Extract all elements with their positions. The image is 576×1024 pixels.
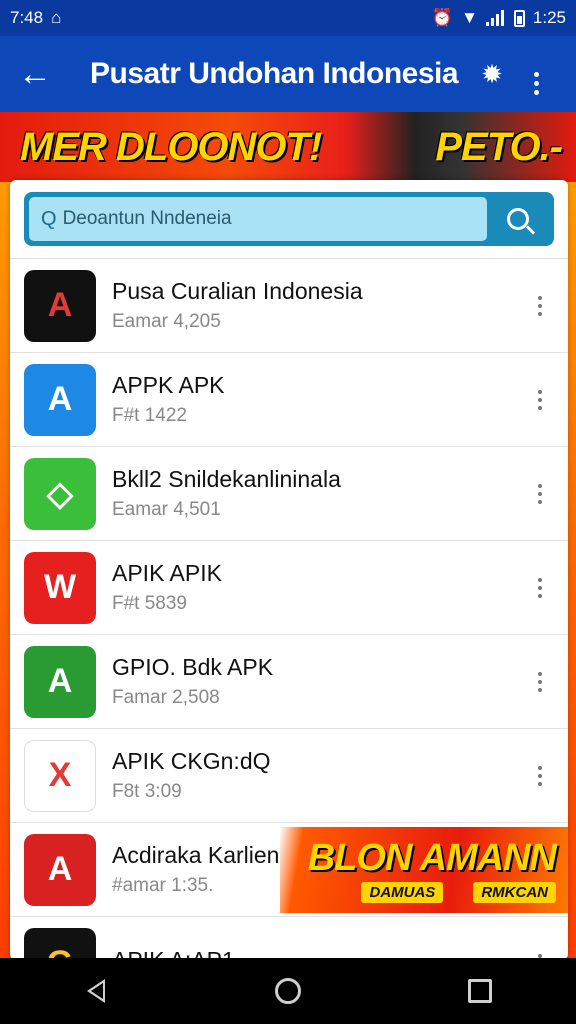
item-more-icon[interactable] [526,295,554,316]
nav-home-icon[interactable] [258,969,318,1013]
nav-back-icon[interactable] [66,969,126,1013]
app-name: APIK APIK [112,560,222,586]
battery-level: 1:25 [532,8,566,27]
alarm-icon: ⏰ [431,8,454,27]
app-subtitle: Eamar 4,501 [112,499,221,520]
search-input[interactable]: Q Deoantun Nndeneia [29,197,487,241]
list-item[interactable]: W APIK APIK F#t 5839 [10,541,568,635]
item-more-icon[interactable] [526,577,554,598]
search-field-icon: Q [41,207,57,230]
search-placeholder: Deoantun Nndeneia [62,208,232,229]
status-bar: 7:48 ⌂ ⏰ ▼ 1:25 [0,0,576,36]
banner-left-text: MER DLOONOT! [20,124,322,169]
wifi-icon: ▼ [461,8,478,27]
list-item[interactable]: A APPK APK F#t 1422 [10,353,568,447]
more-options-icon[interactable] [514,53,558,95]
app-bar: ← Pusatr Undohan Indonesia ✹ [0,36,576,112]
app-icon: W [24,551,96,624]
app-icon: A [24,645,96,718]
search-bar: Q Deoantun Nndeneia [24,192,554,246]
app-subtitle: Famar 2,508 [112,687,220,708]
app-list: A Pusa Curalian Indonesia Eamar 4,205 A … [10,258,568,960]
bug-icon[interactable]: ✹ [470,59,514,90]
item-more-icon[interactable] [526,389,554,410]
app-name: APPK APK [112,372,225,398]
list-item[interactable]: A Pusa Curalian Indonesia Eamar 4,205 [10,259,568,353]
nav-recents-icon[interactable] [450,969,510,1013]
promo-banner-ad[interactable]: BLON AMANN DAMUAS RMKCAN [280,827,568,913]
app-icon: A [24,269,96,342]
item-more-icon[interactable] [526,671,554,692]
banner-right-text: PETO.- [435,124,563,169]
app-list-card: Q Deoantun Nndeneia A Pusa Curalian Indo… [10,180,568,960]
item-more-icon[interactable] [526,765,554,786]
list-item[interactable]: G APIK A:AP1 [10,917,568,960]
promo-headline: BLON AMANN [307,837,557,879]
app-subtitle: F#t 1422 [112,405,187,426]
app-name: APIK CKGn:dQ [112,748,271,774]
app-subtitle: F8t 3:09 [112,781,182,802]
promo-tag-right: RMKCAN [473,882,556,903]
notification-icon: ⌂ [51,8,62,27]
item-more-icon[interactable] [526,483,554,504]
promo-tag-left: DAMUAS [361,882,444,903]
app-icon: ◇ [24,457,96,530]
app-subtitle: F#t 5839 [112,593,187,614]
battery-icon [513,9,525,27]
app-icon: A [24,363,96,436]
app-icon: G [24,927,96,960]
system-nav-bar [0,958,576,1024]
back-arrow-icon[interactable]: ← [18,57,62,91]
list-item[interactable]: A GPIO. Bdk APK Famar 2,508 [10,635,568,729]
list-item[interactable]: X APIK CKGn:dQ F8t 3:09 [10,729,568,823]
status-time: 7:48 [10,8,44,27]
app-name: Pusa Curalian Indonesia [112,278,363,304]
page-title: Pusatr Undohan Indonesia [90,57,459,90]
app-name: GPIO. Bdk APK [112,654,274,680]
signal-icon [485,10,506,26]
list-item[interactable]: A Acdiraka Karlien #amar 1:35. BLON AMAN… [10,823,568,917]
list-item[interactable]: ◇ Bkll2 Snildekanlininala Eamar 4,501 [10,447,568,541]
top-banner-ad[interactable]: MER DLOONOT! PETO.- [0,112,576,182]
search-button[interactable] [487,197,549,241]
app-icon: A [24,833,96,906]
search-icon [507,208,529,230]
app-name: Bkll2 Snildekanlininala [112,466,341,492]
app-subtitle: Eamar 4,205 [112,311,221,332]
app-icon: X [24,739,96,812]
